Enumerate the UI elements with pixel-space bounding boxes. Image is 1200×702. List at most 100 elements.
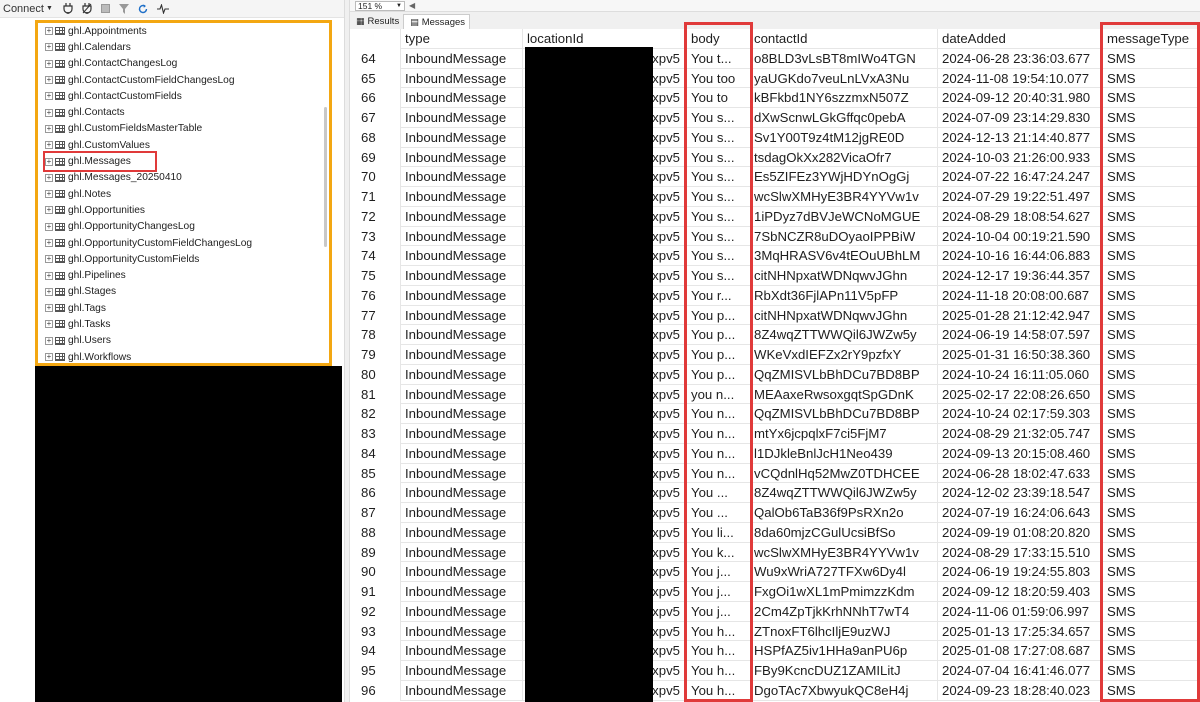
table-row[interactable]: 86 InboundMessage xpv5 You ... 8Z4wqZTTWWQil… bbox=[356, 483, 1200, 503]
table-row[interactable]: 68 InboundMessage xpv5 You s... Sv1Y00T9z4tM… bbox=[356, 127, 1200, 148]
zoom-select[interactable]: 151 % ▼ bbox=[355, 0, 405, 11]
table-row[interactable]: 89 InboundMessage xpv5 You k... wcSlwXMHyE3B… bbox=[356, 542, 1200, 563]
cell-type[interactable]: InboundMessage bbox=[401, 562, 523, 582]
expand-icon[interactable]: + bbox=[45, 190, 53, 199]
expand-icon[interactable]: + bbox=[45, 255, 53, 264]
table-row[interactable]: 92 InboundMessage xpv5 You j... 2Cm4ZpTjkKrh… bbox=[356, 601, 1200, 622]
table-row[interactable]: 96 InboundMessage xpv5 You h... DgoTAc7Xbwyu… bbox=[356, 680, 1200, 701]
cell-type[interactable]: InboundMessage bbox=[401, 582, 523, 602]
expand-icon[interactable]: + bbox=[45, 222, 53, 231]
scroll-left-icon[interactable]: ◀ bbox=[409, 1, 415, 10]
tree-item-table[interactable]: + ghl.ContactChangesLog bbox=[45, 56, 252, 72]
cell-type[interactable]: InboundMessage bbox=[401, 266, 523, 286]
tab-messages[interactable]: ▤ Messages bbox=[403, 14, 471, 29]
header-locationid[interactable]: locationId bbox=[523, 29, 685, 49]
row-number[interactable]: 74 bbox=[356, 246, 401, 266]
table-row[interactable]: 72 InboundMessage xpv5 You s... 1iPDyz7dBVJe… bbox=[356, 206, 1200, 227]
cell-type[interactable]: InboundMessage bbox=[401, 463, 523, 484]
cell-dateadded[interactable]: 2024-12-02 23:39:18.547 bbox=[938, 483, 1101, 503]
cell-type[interactable]: InboundMessage bbox=[401, 226, 523, 247]
cell-dateadded[interactable]: 2025-01-08 17:27:08.687 bbox=[938, 641, 1101, 661]
cell-dateadded[interactable]: 2024-12-17 19:36:44.357 bbox=[938, 266, 1101, 286]
cell-contactid[interactable]: yaUGKdo7veuLnLVxA3Nu bbox=[752, 68, 938, 89]
cell-contactid[interactable]: QqZMISVLbBhDCu7BD8BP bbox=[752, 404, 938, 424]
table-row[interactable]: 77 InboundMessage xpv5 You p... citNHNpxatWD… bbox=[356, 305, 1200, 326]
tree-item-table[interactable]: + ghl.Tags bbox=[45, 300, 252, 316]
cell-contactid[interactable]: FxgOi1wXL1mPmimzzKdm bbox=[752, 582, 938, 602]
cell-contactid[interactable]: kBFkbd1NY6szzmxN507Z bbox=[752, 88, 938, 108]
row-number[interactable]: 76 bbox=[356, 285, 401, 306]
cell-type[interactable]: InboundMessage bbox=[401, 48, 523, 69]
row-number[interactable]: 75 bbox=[356, 266, 401, 286]
tree-item-table[interactable]: + ghl.Contacts bbox=[45, 104, 252, 120]
row-number[interactable]: 84 bbox=[356, 443, 401, 464]
table-row[interactable]: 95 InboundMessage xpv5 You h... FBy9KcncDUZ1… bbox=[356, 661, 1200, 681]
expand-icon[interactable]: + bbox=[45, 92, 53, 101]
table-row[interactable]: 91 InboundMessage xpv5 You j... FxgOi1wXL1mP… bbox=[356, 582, 1200, 602]
cell-type[interactable]: InboundMessage bbox=[401, 68, 523, 89]
cell-contactid[interactable]: l1DJkleBnlJcH1Neo439 bbox=[752, 443, 938, 464]
header-contactid[interactable]: contactId bbox=[752, 29, 938, 49]
cell-dateadded[interactable]: 2024-08-29 17:33:15.510 bbox=[938, 542, 1101, 563]
row-number[interactable]: 65 bbox=[356, 68, 401, 89]
cell-contactid[interactable]: DgoTAc7XbwyukQC8eH4j bbox=[752, 680, 938, 701]
tree-item-table[interactable]: + ghl.OpportunityCustomFields bbox=[45, 251, 252, 267]
cell-contactid[interactable]: 8Z4wqZTTWWQil6JWZw5y bbox=[752, 483, 938, 503]
cell-dateadded[interactable]: 2024-07-22 16:47:24.247 bbox=[938, 167, 1101, 187]
table-row[interactable]: 93 InboundMessage xpv5 You h... ZTnoxFT6lhcI… bbox=[356, 621, 1200, 642]
row-number[interactable]: 80 bbox=[356, 364, 401, 385]
disconnect-icon[interactable] bbox=[82, 3, 92, 14]
cell-type[interactable]: InboundMessage bbox=[401, 641, 523, 661]
cell-type[interactable]: InboundMessage bbox=[401, 364, 523, 385]
row-number[interactable]: 79 bbox=[356, 345, 401, 365]
cell-dateadded[interactable]: 2024-10-03 21:26:00.933 bbox=[938, 147, 1101, 168]
expand-icon[interactable]: + bbox=[45, 353, 53, 362]
cell-dateadded[interactable]: 2024-10-24 16:11:05.060 bbox=[938, 364, 1101, 385]
cell-dateadded[interactable]: 2024-08-29 21:32:05.747 bbox=[938, 424, 1101, 444]
table-row[interactable]: 79 InboundMessage xpv5 You p... WKeVxdIEFZx2… bbox=[356, 345, 1200, 365]
tab-results[interactable]: ▦ Results bbox=[350, 14, 403, 29]
cell-contactid[interactable]: Es5ZIFEz3YWjHDYnOgGj bbox=[752, 167, 938, 187]
cell-contactid[interactable]: Sv1Y00T9z4tM12jgRE0D bbox=[752, 127, 938, 148]
cell-type[interactable]: InboundMessage bbox=[401, 285, 523, 306]
cell-dateadded[interactable]: 2024-06-19 19:24:55.803 bbox=[938, 562, 1101, 582]
tree-scrollbar[interactable] bbox=[324, 107, 327, 247]
row-number[interactable]: 91 bbox=[356, 582, 401, 602]
cell-type[interactable]: InboundMessage bbox=[401, 325, 523, 345]
row-number[interactable]: 92 bbox=[356, 601, 401, 622]
tree-item-table[interactable]: + ghl.Stages bbox=[45, 284, 252, 300]
cell-dateadded[interactable]: 2024-06-28 23:36:03.677 bbox=[938, 48, 1101, 69]
cell-dateadded[interactable]: 2024-09-13 20:15:08.460 bbox=[938, 443, 1101, 464]
cell-type[interactable]: InboundMessage bbox=[401, 108, 523, 128]
cell-contactid[interactable]: mtYx6jcpqlxF7ci5FjM7 bbox=[752, 424, 938, 444]
cell-contactid[interactable]: wcSlwXMHyE3BR4YYVw1v bbox=[752, 187, 938, 207]
expand-icon[interactable]: + bbox=[45, 271, 53, 280]
table-row[interactable]: 88 InboundMessage xpv5 You li... 8da60mjzCGu… bbox=[356, 522, 1200, 543]
table-row[interactable]: 74 InboundMessage xpv5 You s... 3MqHRASV6v4t… bbox=[356, 246, 1200, 266]
cell-dateadded[interactable]: 2024-09-23 18:28:40.023 bbox=[938, 680, 1101, 701]
cell-dateadded[interactable]: 2024-11-18 20:08:00.687 bbox=[938, 285, 1101, 306]
cell-contactid[interactable]: 8da60mjzCGulUcsiBfSo bbox=[752, 522, 938, 543]
cell-type[interactable]: InboundMessage bbox=[401, 542, 523, 563]
tree-item-table[interactable]: + ghl.Messages bbox=[43, 151, 157, 172]
cell-contactid[interactable]: vCQdnlHq52MwZ0TDHCEE bbox=[752, 463, 938, 484]
tree-item-table[interactable]: + ghl.Workflows bbox=[45, 349, 252, 365]
cell-dateadded[interactable]: 2024-08-29 18:08:54.627 bbox=[938, 206, 1101, 227]
table-row[interactable]: 84 InboundMessage xpv5 You n... l1DJkleBnlJc… bbox=[356, 443, 1200, 464]
table-row[interactable]: 75 InboundMessage xpv5 You s... citNHNpxatWD… bbox=[356, 266, 1200, 286]
table-row[interactable]: 81 InboundMessage xpv5 you n... MEAaxeRwsoxg… bbox=[356, 384, 1200, 405]
row-number[interactable]: 90 bbox=[356, 562, 401, 582]
table-row[interactable]: 83 InboundMessage xpv5 You n... mtYx6jcpqlxF… bbox=[356, 424, 1200, 444]
expand-icon[interactable]: + bbox=[45, 59, 53, 68]
row-number[interactable]: 78 bbox=[356, 325, 401, 345]
expand-icon[interactable]: + bbox=[45, 76, 53, 85]
tree-item-table[interactable]: + ghl.ContactCustomFieldChangesLog bbox=[45, 72, 252, 88]
cell-type[interactable]: InboundMessage bbox=[401, 147, 523, 168]
row-number[interactable]: 68 bbox=[356, 127, 401, 148]
cell-type[interactable]: InboundMessage bbox=[401, 661, 523, 681]
tree-item-table[interactable]: + ghl.CustomFieldsMasterTable bbox=[45, 121, 252, 137]
cell-type[interactable]: InboundMessage bbox=[401, 443, 523, 464]
row-number[interactable]: 69 bbox=[356, 147, 401, 168]
cell-contactid[interactable]: dXwScnwLGkGffqc0pebA bbox=[752, 108, 938, 128]
activity-monitor-icon[interactable] bbox=[156, 3, 169, 14]
